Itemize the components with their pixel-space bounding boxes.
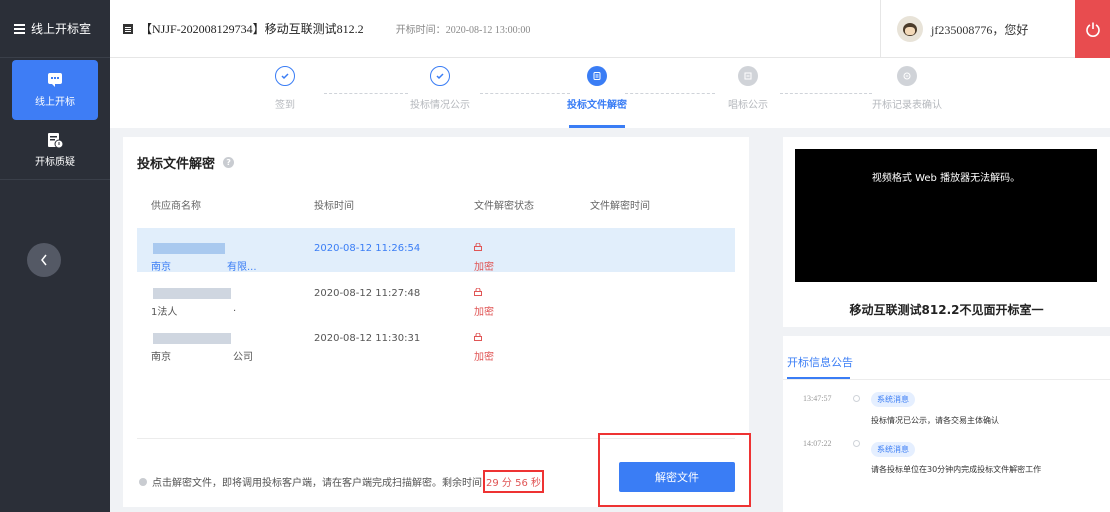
supplier-name-start: 1法人 <box>151 307 178 318</box>
timeline-dot <box>853 440 860 447</box>
user-greeting: jf235008776，您好 <box>931 22 1029 37</box>
open-time-label: 开标时间： <box>395 25 446 36</box>
column-header: 供应商名称 <box>151 201 201 212</box>
document-alert-icon <box>48 132 63 148</box>
sidebar-item-opening-query[interactable]: 开标质疑 <box>0 120 110 180</box>
supplier-name: 1法人. <box>151 288 236 318</box>
redaction-mask <box>153 288 231 299</box>
sidebar-item-label: 开标质疑 <box>35 156 75 168</box>
step-label: 签到 <box>275 100 295 111</box>
column-header: 文件解密状态 <box>474 201 534 212</box>
table-header: 供应商名称 投标时间 文件解密状态 文件解密时间 <box>137 193 735 213</box>
decrypt-status-text: 加密 <box>474 307 494 318</box>
open-time: 开标时间：2020-08-12 13:00:00 <box>396 21 531 36</box>
logout-button[interactable] <box>1075 0 1110 58</box>
power-icon <box>1085 22 1100 37</box>
message-time: 14:07:22 <box>803 439 832 448</box>
column-header: 投标时间 <box>314 201 354 212</box>
message-text: 请各投标单位在30分钟内完成投标文件解密工作 <box>871 465 1042 474</box>
countdown-timer: 29 分 56 秒 <box>483 470 544 493</box>
divider <box>783 379 1110 380</box>
step-sign-in[interactable]: 签到 <box>245 66 325 111</box>
lock-icon <box>474 288 482 296</box>
progress-steps: 签到 投标情况公示 投标文件解密 唱标公示 开标记录表确认 <box>110 58 1110 128</box>
decrypt-file-button[interactable]: 解密文件 <box>619 462 735 492</box>
message-text: 投标情况已公示，请各交易主体确认 <box>871 416 999 425</box>
bid-time: 2020-08-12 11:27:48 <box>314 288 421 299</box>
step-label: 投标情况公示 <box>410 100 470 111</box>
step-label: 投标文件解密 <box>567 100 627 111</box>
check-icon <box>430 66 450 86</box>
video-player[interactable]: 视频格式 Web 播放器无法解码。 <box>795 149 1097 282</box>
supplier-name-end: 公司 <box>233 352 253 363</box>
video-card: 视频格式 Web 播放器无法解码。 移动互联测试812.2不见面开标室一 <box>783 137 1110 327</box>
current-step-indicator <box>569 125 625 128</box>
supplier-name-start: 南京 <box>151 262 171 273</box>
step-bid-reading[interactable]: 唱标公示 <box>708 66 788 111</box>
room-name: 移动互联测试812.2不见面开标室一 <box>849 303 1044 317</box>
table-row[interactable]: 南京 公司 2020-08-12 11:30:31 加密 <box>137 318 735 363</box>
step-label: 开标记录表确认 <box>872 100 942 111</box>
step-connector <box>780 93 872 94</box>
chat-screen-icon <box>48 73 62 87</box>
document-icon <box>897 66 917 86</box>
table-row[interactable]: 南京 有限... 2020-08-12 11:26:54 加密 <box>137 228 735 273</box>
step-record-confirm[interactable]: 开标记录表确认 <box>867 66 947 111</box>
help-icon[interactable]: ? <box>223 157 235 168</box>
decrypt-status: 加密 <box>474 333 494 363</box>
check-icon <box>275 66 295 86</box>
timeline-dot <box>853 395 860 402</box>
decrypt-status-text: 加密 <box>474 262 494 273</box>
top-bar: 【NJJF-202008129734】移动互联测试812.2 开标时间：2020… <box>110 0 1110 58</box>
table-row[interactable]: 1法人. 2020-08-12 11:27:48 加密 <box>137 273 735 318</box>
column-header: 文件解密时间 <box>590 201 650 212</box>
project-title: 【NJJF-202008129734】移动互联测试812.2 <box>140 22 364 36</box>
supplier-name-end: . <box>233 303 237 314</box>
sidebar-item-online-opening[interactable]: 线上开标 <box>12 60 98 120</box>
message-time: 13:47:57 <box>803 394 832 403</box>
sidebar-item-label: 线上开标 <box>35 97 75 108</box>
menu-icon <box>14 22 25 36</box>
decrypt-status: 加密 <box>474 288 494 318</box>
chevron-left-icon <box>41 254 47 266</box>
bid-time: 2020-08-12 11:30:31 <box>314 333 421 344</box>
redaction-mask <box>153 333 231 344</box>
supplier-name: 南京 有限... <box>151 243 257 273</box>
decrypt-status-text: 加密 <box>474 352 494 363</box>
step-bid-publicity[interactable]: 投标情况公示 <box>400 66 480 111</box>
video-error-message: 视频格式 Web 播放器无法解码。 <box>871 173 1021 184</box>
user-menu[interactable]: jf235008776，您好 <box>880 0 1055 58</box>
info-icon <box>139 477 147 486</box>
sidebar: 线上开标室 线上开标 开标质疑 <box>0 0 110 512</box>
step-file-decrypt[interactable]: 投标文件解密 <box>557 66 637 111</box>
decrypt-hint: 点击解密文件，即将调用投标客户端，请在客户端完成扫描解密。剩余时间 29 分 5… <box>139 470 544 493</box>
message-tag: 系统消息 <box>871 442 915 457</box>
collapse-sidebar-button[interactable] <box>27 243 61 277</box>
panel-title: 投标文件解密 ? <box>137 153 235 172</box>
sidebar-header-label: 线上开标室 <box>31 22 92 36</box>
notice-panel: 开标信息公告 13:47:57 系统消息 投标情况已公示，请各交易主体确认 14… <box>783 336 1110 512</box>
supplier-name: 南京 公司 <box>151 333 253 363</box>
message-tag: 系统消息 <box>871 392 915 407</box>
document-icon <box>738 66 758 86</box>
avatar <box>897 16 923 42</box>
open-time-value: 2020-08-12 13:00:00 <box>445 25 531 36</box>
panel-title-text: 投标文件解密 <box>137 157 216 172</box>
document-icon <box>587 66 607 86</box>
step-connector <box>625 93 715 94</box>
decrypt-panel: 投标文件解密 ? 供应商名称 投标时间 文件解密状态 文件解密时间 南京 有限..… <box>123 137 751 507</box>
decrypt-status: 加密 <box>474 243 494 273</box>
hint-text: 点击解密文件，即将调用投标客户端，请在客户端完成扫描解密。剩余时间 <box>152 478 482 489</box>
lock-icon <box>474 243 482 251</box>
document-icon <box>123 23 133 34</box>
supplier-name-end: 有限... <box>227 262 257 273</box>
bid-time: 2020-08-12 11:26:54 <box>314 243 421 254</box>
redaction-mask <box>153 243 225 254</box>
supplier-name-start: 南京 <box>151 352 171 363</box>
tab-opening-notice[interactable]: 开标信息公告 <box>787 354 853 370</box>
lock-icon <box>474 333 482 341</box>
sidebar-header[interactable]: 线上开标室 <box>0 0 110 58</box>
step-label: 唱标公示 <box>728 100 768 111</box>
step-connector <box>324 93 408 94</box>
